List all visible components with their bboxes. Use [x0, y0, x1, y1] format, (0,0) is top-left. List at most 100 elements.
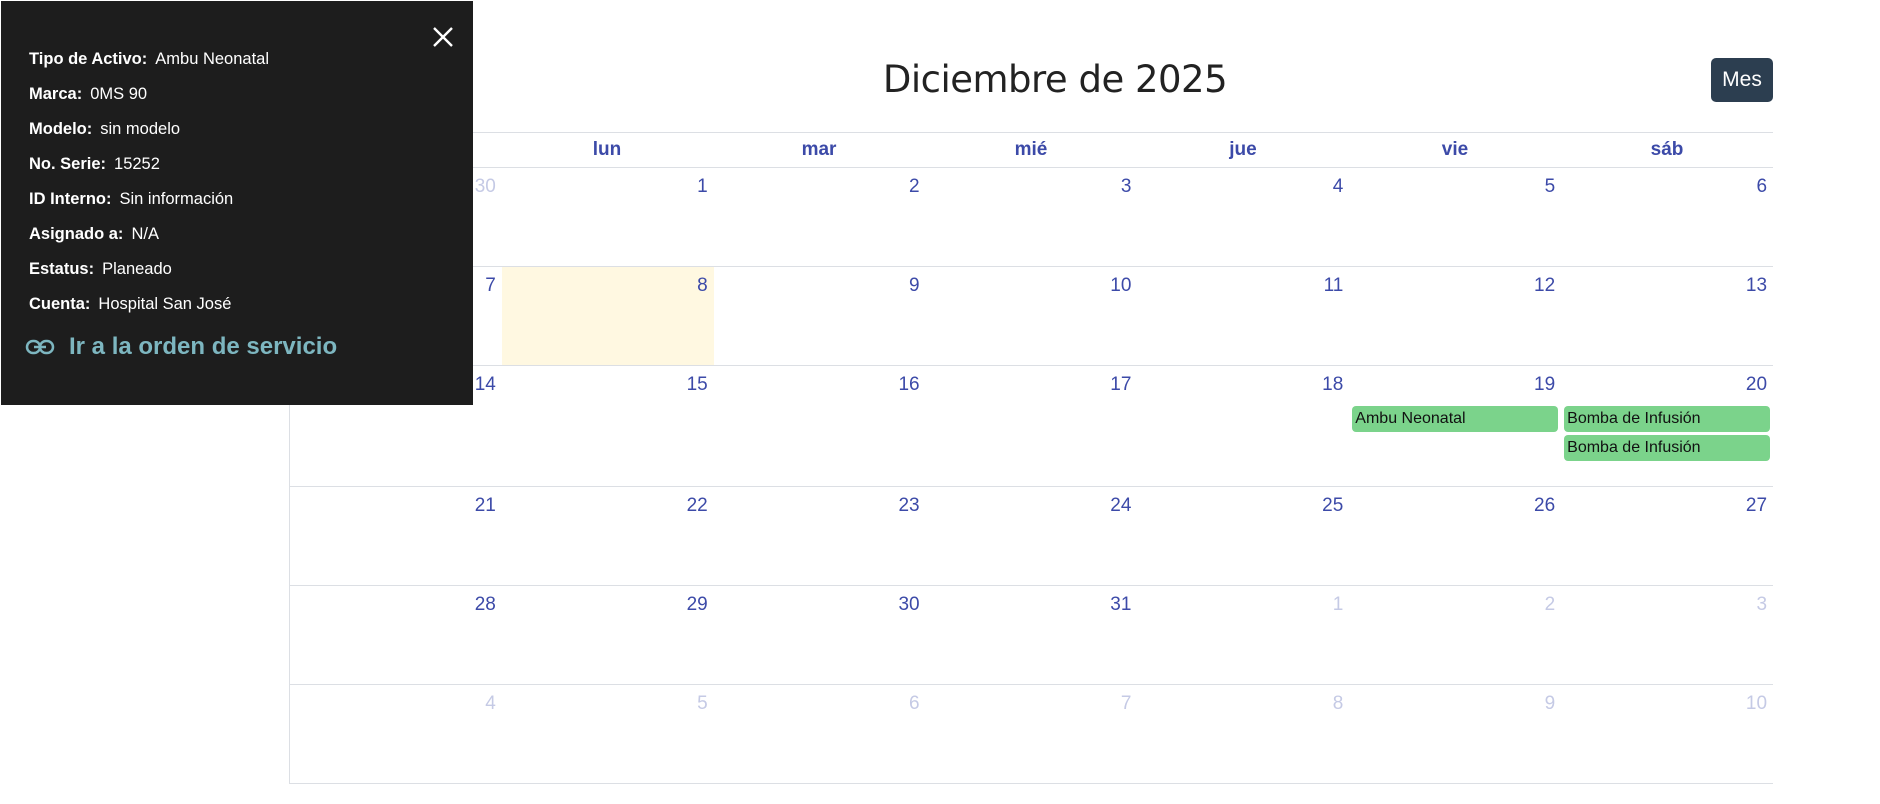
- day-number[interactable]: 4: [1333, 176, 1344, 197]
- day-cell[interactable]: 29: [502, 586, 714, 684]
- info-row: Asignado a: N/A: [29, 222, 269, 257]
- day-number[interactable]: 10: [1746, 693, 1767, 714]
- week-row: 4 5 6 7 8 9 10: [289, 685, 1773, 784]
- day-cell[interactable]: 19 Ambu Neonatal: [1349, 366, 1561, 486]
- info-label: Tipo de Activo:: [29, 50, 148, 68]
- service-order-link-label: Ir a la orden de servicio: [69, 333, 338, 360]
- day-cell[interactable]: 7: [926, 685, 1138, 783]
- day-number[interactable]: 27: [1746, 495, 1767, 516]
- day-cell[interactable]: 10: [926, 267, 1138, 365]
- day-number[interactable]: 28: [475, 594, 496, 615]
- day-cell[interactable]: 3: [1561, 586, 1773, 684]
- day-cell[interactable]: 2: [1349, 586, 1561, 684]
- weekday-header: domlunmarmiéjueviesáb: [289, 132, 1773, 168]
- day-number[interactable]: 2: [1545, 594, 1556, 615]
- close-button[interactable]: [429, 23, 457, 51]
- day-cell[interactable]: 21: [290, 487, 502, 585]
- day-number[interactable]: 20: [1746, 374, 1767, 395]
- day-cell[interactable]: 1: [502, 168, 714, 266]
- day-number[interactable]: 1: [1333, 594, 1344, 615]
- day-number[interactable]: 6: [1756, 176, 1767, 197]
- day-number[interactable]: 18: [1322, 374, 1343, 395]
- day-cell[interactable]: 8: [1137, 685, 1349, 783]
- day-number[interactable]: 23: [898, 495, 919, 516]
- day-cell[interactable]: 27: [1561, 487, 1773, 585]
- day-number[interactable]: 30: [475, 176, 496, 197]
- day-cell[interactable]: 2: [714, 168, 926, 266]
- day-cell[interactable]: 6: [714, 685, 926, 783]
- info-label: Estatus:: [29, 260, 95, 278]
- day-number[interactable]: 21: [475, 495, 496, 516]
- day-number[interactable]: 9: [909, 275, 920, 296]
- day-cell[interactable]: 16: [714, 366, 926, 486]
- day-cell[interactable]: 12: [1349, 267, 1561, 365]
- day-cell-today[interactable]: 8: [501, 267, 714, 365]
- day-cell[interactable]: 15: [502, 366, 714, 486]
- day-number[interactable]: 7: [485, 275, 496, 296]
- day-number[interactable]: 30: [898, 594, 919, 615]
- day-number[interactable]: 1: [697, 176, 708, 197]
- info-row: No. Serie: 15252: [29, 152, 269, 187]
- weekday-label: jue: [1229, 139, 1257, 160]
- day-number[interactable]: 22: [687, 495, 708, 516]
- day-cell[interactable]: 20 Bomba de Infusión Bomba de Infusión: [1561, 366, 1773, 486]
- day-number[interactable]: 31: [1110, 594, 1131, 615]
- day-number[interactable]: 13: [1746, 275, 1767, 296]
- day-cell[interactable]: 26: [1349, 487, 1561, 585]
- day-number[interactable]: 5: [1545, 176, 1556, 197]
- day-cell[interactable]: 9: [714, 267, 926, 365]
- service-order-link[interactable]: Ir a la orden de servicio: [25, 333, 337, 361]
- day-cell[interactable]: 23: [714, 487, 926, 585]
- day-cell[interactable]: 5: [1349, 168, 1561, 266]
- day-cell[interactable]: 4: [1137, 168, 1349, 266]
- day-number[interactable]: 14: [475, 374, 496, 395]
- day-cell[interactable]: 31: [926, 586, 1138, 684]
- day-number[interactable]: 17: [1110, 374, 1131, 395]
- day-cell[interactable]: 17: [926, 366, 1138, 486]
- day-number[interactable]: 6: [909, 693, 920, 714]
- day-cell[interactable]: 13: [1561, 267, 1773, 365]
- day-number[interactable]: 7: [1121, 693, 1132, 714]
- day-cell[interactable]: 1: [1137, 586, 1349, 684]
- day-cell[interactable]: 22: [502, 487, 714, 585]
- day-number[interactable]: 26: [1534, 495, 1555, 516]
- day-number[interactable]: 12: [1534, 275, 1555, 296]
- day-number[interactable]: 25: [1322, 495, 1343, 516]
- day-number[interactable]: 11: [1324, 275, 1344, 296]
- day-number[interactable]: 29: [687, 594, 708, 615]
- link-icon: [25, 339, 55, 355]
- day-number[interactable]: 16: [898, 374, 919, 395]
- day-number[interactable]: 9: [1545, 693, 1556, 714]
- month-view-button[interactable]: Mes: [1711, 58, 1773, 102]
- day-number[interactable]: 10: [1110, 275, 1131, 296]
- event-popover: Tipo de Activo: Ambu Neonatal Marca: 0MS 90…: [1, 1, 473, 405]
- day-number[interactable]: 3: [1121, 176, 1132, 197]
- day-number[interactable]: 4: [485, 693, 496, 714]
- day-cell[interactable]: 4: [290, 685, 502, 783]
- week-row: 7 8 9 10 11 12 13: [289, 267, 1773, 366]
- day-cell[interactable]: 30: [714, 586, 926, 684]
- calendar-event[interactable]: Bomba de Infusión: [1564, 435, 1771, 461]
- day-number[interactable]: 5: [697, 693, 708, 714]
- day-number[interactable]: 3: [1756, 594, 1767, 615]
- day-cell[interactable]: 3: [926, 168, 1138, 266]
- day-number[interactable]: 8: [1333, 693, 1344, 714]
- day-number[interactable]: 15: [687, 374, 708, 395]
- info-label: ID Interno:: [29, 190, 112, 208]
- day-cell[interactable]: 11: [1137, 267, 1349, 365]
- day-number[interactable]: 2: [909, 176, 920, 197]
- day-cell[interactable]: 5: [502, 685, 714, 783]
- day-cell[interactable]: 28: [290, 586, 502, 684]
- day-number[interactable]: 19: [1534, 374, 1555, 395]
- day-number[interactable]: 8: [697, 275, 708, 296]
- day-cell[interactable]: 25: [1137, 487, 1349, 585]
- day-cell[interactable]: 9: [1349, 685, 1561, 783]
- day-number[interactable]: 24: [1110, 495, 1131, 516]
- day-cell[interactable]: 10: [1561, 685, 1773, 783]
- calendar-event[interactable]: Bomba de Infusión: [1564, 406, 1771, 432]
- day-cell[interactable]: 24: [926, 487, 1138, 585]
- calendar-event[interactable]: Ambu Neonatal: [1352, 406, 1559, 432]
- day-cell[interactable]: 18: [1137, 366, 1349, 486]
- day-cell[interactable]: 6: [1561, 168, 1773, 266]
- info-value: 15252: [114, 155, 160, 173]
